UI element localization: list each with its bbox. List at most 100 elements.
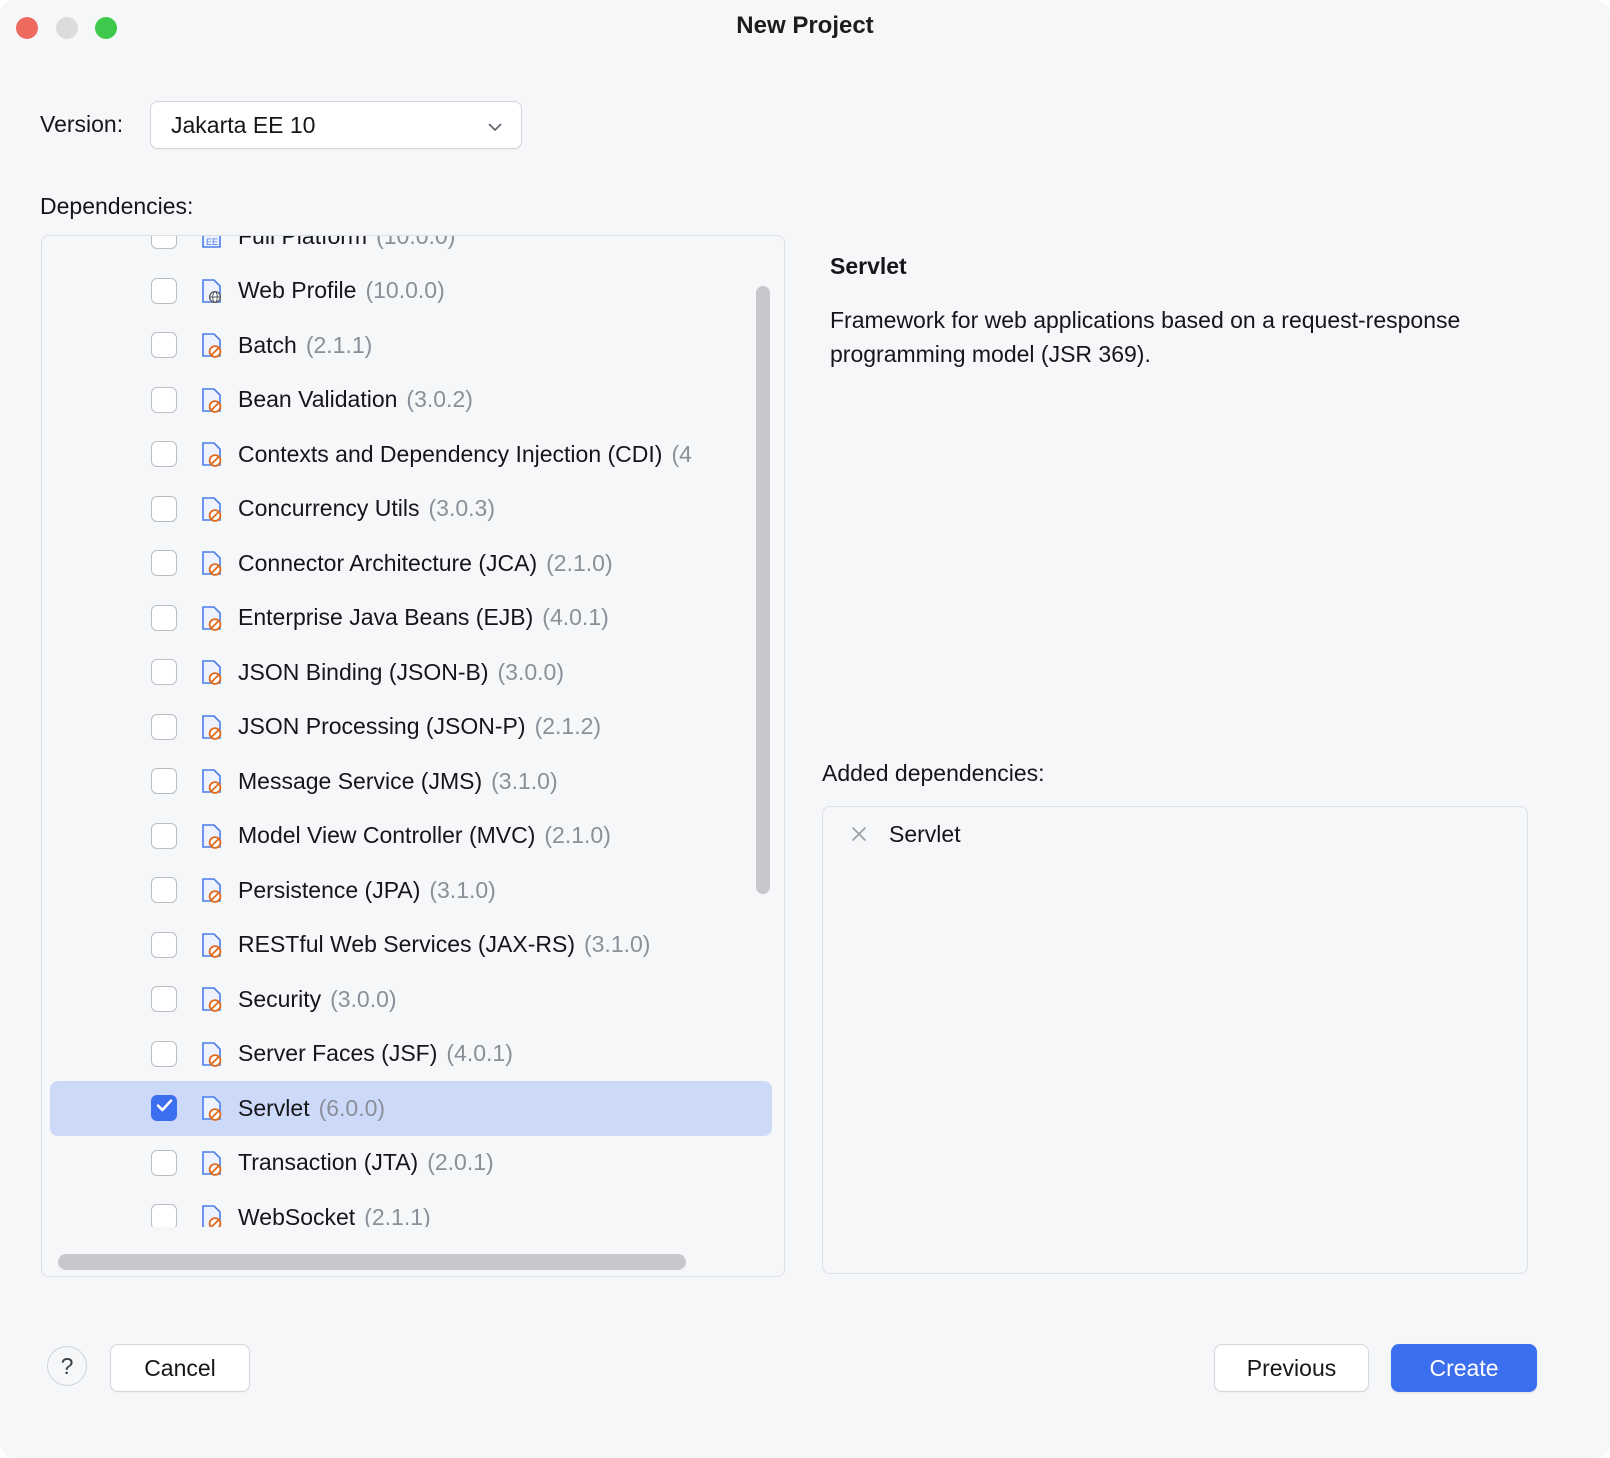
jakarta-ee-icon: EE bbox=[200, 235, 224, 249]
dependency-checkbox[interactable] bbox=[151, 550, 177, 576]
dependency-row[interactable]: Servlet(6.0.0) bbox=[50, 1081, 772, 1136]
spec-icon bbox=[200, 332, 224, 358]
dependency-version: (2.1.1) bbox=[364, 1204, 430, 1227]
dependency-row[interactable]: Contexts and Dependency Injection (CDI)(… bbox=[42, 427, 785, 482]
dependency-checkbox[interactable] bbox=[151, 605, 177, 631]
dependency-checkbox[interactable] bbox=[151, 1150, 177, 1176]
dependency-checkbox[interactable] bbox=[151, 932, 177, 958]
dependency-checkbox[interactable] bbox=[151, 714, 177, 740]
dependency-name: Bean Validation bbox=[238, 386, 397, 413]
dependency-name: Web Profile bbox=[238, 277, 356, 304]
dependency-version: (2.1.0) bbox=[544, 822, 610, 849]
spec-icon bbox=[200, 496, 224, 522]
dependency-name: Full Platform bbox=[238, 235, 367, 250]
dependency-checkbox[interactable] bbox=[151, 823, 177, 849]
dependency-name: Connector Architecture (JCA) bbox=[238, 550, 537, 577]
dependency-row[interactable]: Transaction (JTA) (2.0.1) bbox=[42, 1136, 785, 1191]
dependency-checkbox[interactable] bbox=[151, 659, 177, 685]
dependency-name: Contexts and Dependency Injection (CDI) bbox=[238, 441, 662, 468]
dependency-row[interactable]: Model View Controller (MVC) (2.1.0) bbox=[42, 809, 785, 864]
spec-icon bbox=[200, 1041, 224, 1067]
spec-icon bbox=[200, 986, 224, 1012]
version-selected-value: Jakarta EE 10 bbox=[171, 112, 315, 139]
dependency-name: Enterprise Java Beans (EJB) bbox=[238, 604, 533, 631]
spec-icon bbox=[200, 659, 224, 685]
previous-button[interactable]: Previous bbox=[1214, 1344, 1369, 1392]
spec-icon bbox=[200, 441, 224, 467]
dependency-row[interactable]: Server Faces (JSF)(4.0.1) bbox=[42, 1027, 785, 1082]
dependency-row[interactable]: WebSocket(2.1.1) bbox=[42, 1190, 785, 1227]
chevron-down-icon bbox=[487, 119, 503, 135]
dependency-checkbox[interactable] bbox=[151, 235, 177, 249]
detail-description: Framework for web applications based on … bbox=[830, 303, 1490, 371]
dependency-checkbox[interactable] bbox=[151, 278, 177, 304]
spec-icon bbox=[200, 1095, 224, 1121]
spec-icon bbox=[200, 1204, 224, 1227]
dependency-name: Transaction (JTA) bbox=[238, 1149, 418, 1176]
window-title: New Project bbox=[0, 12, 1610, 40]
new-project-dialog: New Project Version: Jakarta EE 10 Depen… bbox=[0, 0, 1610, 1458]
dependency-row[interactable]: JSON Processing (JSON-P)(2.1.2) bbox=[42, 700, 785, 755]
dependency-row[interactable]: RESTful Web Services (JAX-RS)(3.1.0) bbox=[42, 918, 785, 973]
dependency-version: (3.0.0) bbox=[498, 659, 564, 686]
dependency-version: (3.0.3) bbox=[429, 495, 495, 522]
dependency-name: Persistence (JPA) bbox=[238, 877, 420, 904]
dependency-checkbox[interactable] bbox=[151, 1041, 177, 1067]
dependency-version: (2.0.1) bbox=[427, 1149, 493, 1176]
dependency-checkbox[interactable] bbox=[151, 986, 177, 1012]
dependency-checkbox[interactable] bbox=[151, 1095, 177, 1121]
dependency-row[interactable]: Persistence (JPA) (3.1.0) bbox=[42, 863, 785, 918]
check-icon bbox=[156, 1097, 173, 1114]
dependency-row[interactable]: Concurrency Utils (3.0.3) bbox=[42, 482, 785, 537]
dependency-name: JSON Processing (JSON-P) bbox=[238, 713, 526, 740]
dependency-checkbox[interactable] bbox=[151, 768, 177, 794]
dependency-row[interactable]: Connector Architecture (JCA) (2.1.0) bbox=[42, 536, 785, 591]
detail-title: Servlet bbox=[830, 253, 907, 280]
dependencies-vertical-scrollbar[interactable] bbox=[756, 286, 770, 894]
dependency-checkbox[interactable] bbox=[151, 387, 177, 413]
dependency-version: (10.0.0) bbox=[365, 277, 444, 304]
dependency-checkbox[interactable] bbox=[151, 441, 177, 467]
dependency-version: (6.0.0) bbox=[319, 1095, 385, 1122]
dependency-checkbox[interactable] bbox=[151, 496, 177, 522]
dependency-version: (3.0.0) bbox=[330, 986, 396, 1013]
spec-icon bbox=[200, 877, 224, 903]
dependency-row[interactable]: Bean Validation(3.0.2) bbox=[42, 373, 785, 428]
dependency-row[interactable]: Message Service (JMS)(3.1.0) bbox=[42, 754, 785, 809]
dependency-version: (3.1.0) bbox=[429, 877, 495, 904]
dependency-checkbox[interactable] bbox=[151, 1204, 177, 1227]
dependency-name: Message Service (JMS) bbox=[238, 768, 482, 795]
spec-icon bbox=[200, 1150, 224, 1176]
dependency-row[interactable]: JSON Binding (JSON-B)(3.0.0) bbox=[42, 645, 785, 700]
dependency-checkbox[interactable] bbox=[151, 877, 177, 903]
dependency-row[interactable]: EE Full Platform (10.0.0) bbox=[42, 235, 785, 264]
added-dependencies-panel: Servlet bbox=[822, 806, 1528, 1274]
dependency-version: (4.0.1) bbox=[542, 604, 608, 631]
dependency-row[interactable]: Security(3.0.0) bbox=[42, 972, 785, 1027]
spec-icon bbox=[200, 387, 224, 413]
spec-icon bbox=[200, 768, 224, 794]
create-button[interactable]: Create bbox=[1391, 1344, 1537, 1392]
added-dependency-row[interactable]: Servlet bbox=[823, 807, 1527, 861]
dependency-version: (10.0.0) bbox=[376, 235, 455, 250]
dependencies-horizontal-scrollbar-track bbox=[42, 1250, 784, 1276]
help-button[interactable]: ? bbox=[47, 1346, 87, 1386]
close-icon[interactable] bbox=[849, 824, 869, 844]
dependencies-list[interactable]: EE Full Platform (10.0.0) Web Profile (10.0.… bbox=[42, 235, 785, 1227]
spec-icon bbox=[200, 605, 224, 631]
dependency-row[interactable]: Web Profile (10.0.0) bbox=[42, 264, 785, 319]
dependency-checkbox[interactable] bbox=[151, 332, 177, 358]
cancel-button[interactable]: Cancel bbox=[110, 1344, 250, 1392]
dependency-row[interactable]: Enterprise Java Beans (EJB) (4.0.1) bbox=[42, 591, 785, 646]
svg-text:EE: EE bbox=[206, 237, 218, 247]
dependency-row[interactable]: Batch(2.1.1) bbox=[42, 318, 785, 373]
spec-icon bbox=[200, 932, 224, 958]
title-bar: New Project bbox=[0, 0, 1610, 56]
dependency-name: Server Faces (JSF) bbox=[238, 1040, 437, 1067]
dependency-version: (2.1.0) bbox=[546, 550, 612, 577]
version-dropdown[interactable]: Jakarta EE 10 bbox=[150, 101, 522, 149]
dependency-name: Model View Controller (MVC) bbox=[238, 822, 535, 849]
dependency-name: Batch bbox=[238, 332, 297, 359]
dependencies-horizontal-scrollbar[interactable] bbox=[58, 1254, 686, 1270]
dependency-name: Concurrency Utils bbox=[238, 495, 420, 522]
